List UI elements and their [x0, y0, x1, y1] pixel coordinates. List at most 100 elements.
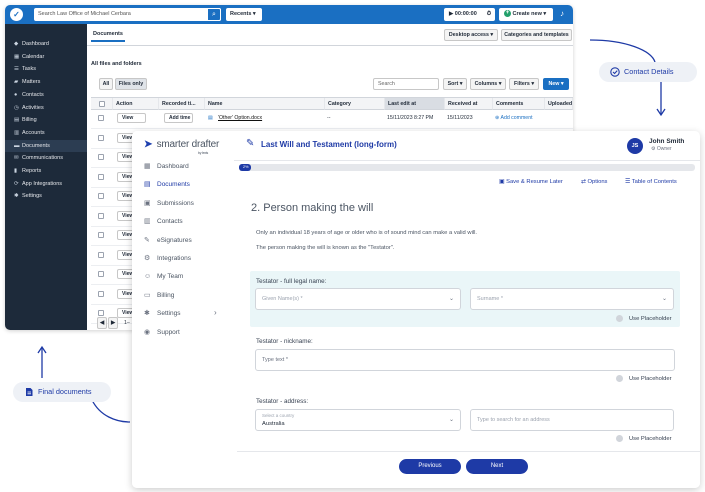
use-placeholder-toggle[interactable]: Use Placeholder	[616, 375, 672, 382]
save-resume-button[interactable]: ▣ Save & Resume Later	[499, 179, 563, 185]
file-search-input[interactable]: Search	[373, 78, 439, 90]
sidebar-item-documents[interactable]: ▬ Documents	[5, 139, 87, 152]
given-names-field[interactable]: Given Name(s) * ⌄	[255, 288, 461, 310]
search-icon[interactable]: ⌕	[207, 8, 221, 21]
file-category: --	[327, 115, 331, 121]
row-checkbox[interactable]	[98, 193, 104, 199]
nav-item-my-team[interactable]: ☺ My Team	[144, 271, 183, 283]
nav-item-support[interactable]: ◉ Support	[144, 327, 180, 339]
filter-all-button[interactable]: All	[99, 78, 113, 90]
col-received[interactable]: Received at	[445, 98, 493, 110]
select-all-checkbox[interactable]	[99, 101, 105, 107]
sidebar-item-accounts[interactable]: ▥ Accounts	[5, 127, 87, 139]
app-logo-icon[interactable]: ✓	[10, 8, 23, 21]
col-category[interactable]: Category	[325, 98, 385, 110]
country-select[interactable]: Select a country Australia ⌄	[255, 409, 461, 431]
row-checkbox[interactable]	[98, 251, 104, 258]
prev-page-icon[interactable]: ◀	[97, 317, 107, 329]
add-time-button[interactable]: Add time	[164, 113, 193, 123]
row-checkbox[interactable]	[98, 310, 104, 316]
filter-files-only-button[interactable]: Files only	[115, 78, 147, 90]
sidebar-item-reports[interactable]: ▮ Reports	[5, 165, 87, 177]
sidebar-item-billing[interactable]: ▤ Billing	[5, 114, 87, 126]
sidebar-item-settings[interactable]: ✱ Settings	[5, 190, 87, 202]
integrations-icon: ⚙	[144, 255, 151, 262]
file-name-link[interactable]: 'Other' Option.docx	[218, 115, 262, 121]
new-button[interactable]: New ▾	[543, 78, 569, 90]
desktop-access-button[interactable]: Desktop access ▾	[444, 29, 498, 41]
row-checkbox[interactable]	[98, 173, 104, 180]
timer-widget[interactable]: ▶ 00:00:00 ⏱	[444, 8, 495, 21]
nav-item-label: Settings	[157, 310, 181, 318]
col-recorded[interactable]: Recorded ti...	[159, 98, 205, 110]
use-placeholder-toggle[interactable]: Use Placeholder	[616, 315, 672, 322]
columns-button[interactable]: Columns ▾	[470, 78, 506, 90]
sidebar-item-communications[interactable]: ✉ Communications	[5, 152, 87, 164]
sidebar-item-activities[interactable]: ◷ Activities	[5, 102, 87, 114]
nav-item-settings[interactable]: ✱ Settings	[144, 308, 181, 320]
document-edit-icon: ✎	[246, 138, 255, 149]
next-button[interactable]: Next	[466, 459, 528, 474]
toggle-icon[interactable]	[616, 435, 623, 442]
chevron-down-icon: ⌄	[661, 296, 667, 302]
sidebar-item-label: Activities	[22, 104, 44, 111]
tab-documents[interactable]: Documents	[91, 28, 125, 42]
recents-button[interactable]: Recents ▾	[226, 8, 262, 21]
row-checkbox[interactable]	[98, 134, 104, 141]
table-row[interactable]: View Add time ▤ 'Other' Option.docx -- 1…	[91, 110, 573, 129]
table-of-contents-button[interactable]: ☰ Table of Contents	[625, 179, 677, 185]
timer-settings-icon[interactable]: ⏱	[487, 8, 491, 21]
sort-button[interactable]: Sort ▾	[443, 78, 467, 90]
add-comment-link[interactable]: ⊕ Add comment	[495, 115, 533, 121]
nav-item-esignatures[interactable]: ✎ eSignatures	[144, 235, 192, 247]
nav-item-documents[interactable]: ▤ Documents	[144, 179, 190, 191]
form-footer: Previous Next	[237, 451, 700, 488]
billing-icon: ▤	[14, 117, 20, 124]
row-checkbox[interactable]	[98, 232, 104, 238]
testator-paragraph: The person making the will is known as t…	[256, 245, 395, 251]
options-button[interactable]: ⇄ Options	[581, 179, 607, 185]
nav-item-dashboard[interactable]: ▦ Dashboard	[144, 161, 189, 173]
settings-chevron-icon[interactable]: ›	[214, 308, 217, 317]
col-last-edit[interactable]: Last edit at	[385, 98, 445, 110]
filters-button[interactable]: Filters ▾	[509, 78, 539, 90]
row-checkbox[interactable]	[98, 290, 104, 297]
brand-logo[interactable]: ➤ smarter drafter by lexis	[144, 139, 219, 155]
categories-templates-button[interactable]: Categories and templates	[501, 29, 572, 41]
bell-icon[interactable]: ♪	[560, 9, 564, 18]
sidebar-item-tasks[interactable]: ☰ Tasks	[5, 63, 87, 75]
global-search-input[interactable]: Search Law Office of Michael Cerbara	[34, 8, 221, 21]
col-name[interactable]: Name	[205, 98, 325, 110]
row-checkbox[interactable]	[98, 154, 104, 160]
sidebar-item-contacts[interactable]: ● Contacts	[5, 89, 87, 101]
select-all-header[interactable]	[91, 98, 113, 110]
sidebar-item-app-integrations[interactable]: ⟳ App Integrations	[5, 178, 87, 190]
row-checkbox[interactable]	[98, 271, 104, 277]
sidebar-item-dashboard[interactable]: ◆ Dashboard	[5, 38, 87, 50]
my-team-icon: ☺	[144, 273, 152, 281]
create-new-button[interactable]: + Create new ▾	[499, 8, 553, 21]
col-comments[interactable]: Comments	[493, 98, 545, 110]
toggle-icon[interactable]	[616, 315, 623, 322]
surname-field[interactable]: Surname * ⌄	[470, 288, 674, 310]
sidebar-item-matters[interactable]: ▰ Matters	[5, 76, 87, 88]
col-uploaded[interactable]: Uploaded	[545, 98, 573, 110]
nickname-field[interactable]: Type text *	[255, 349, 675, 371]
row-checkbox[interactable]	[98, 212, 104, 219]
next-page-icon[interactable]: ▶	[108, 317, 118, 329]
use-placeholder-toggle[interactable]: Use Placeholder	[616, 435, 672, 442]
row-checkbox[interactable]	[98, 115, 104, 121]
sidebar-item-calendar[interactable]: ▦ Calendar	[5, 51, 87, 63]
address-search-placeholder: Type to search for an address	[477, 417, 550, 423]
address-search-field[interactable]: Type to search for an address	[470, 409, 674, 431]
toggle-icon[interactable]	[616, 375, 623, 382]
nav-item-contacts[interactable]: ▥ Contacts	[144, 216, 183, 228]
view-button[interactable]: View	[117, 113, 146, 123]
nav-item-integrations[interactable]: ⚙ Integrations	[144, 253, 191, 265]
avatar[interactable]: JS	[627, 138, 643, 154]
nav-item-billing[interactable]: ▭ Billing	[144, 290, 174, 302]
previous-button[interactable]: Previous	[399, 459, 461, 474]
nav-item-label: Documents	[157, 181, 190, 189]
nav-item-submissions[interactable]: ▣ Submissions	[144, 198, 194, 210]
user-role-label: Owner	[656, 146, 672, 152]
